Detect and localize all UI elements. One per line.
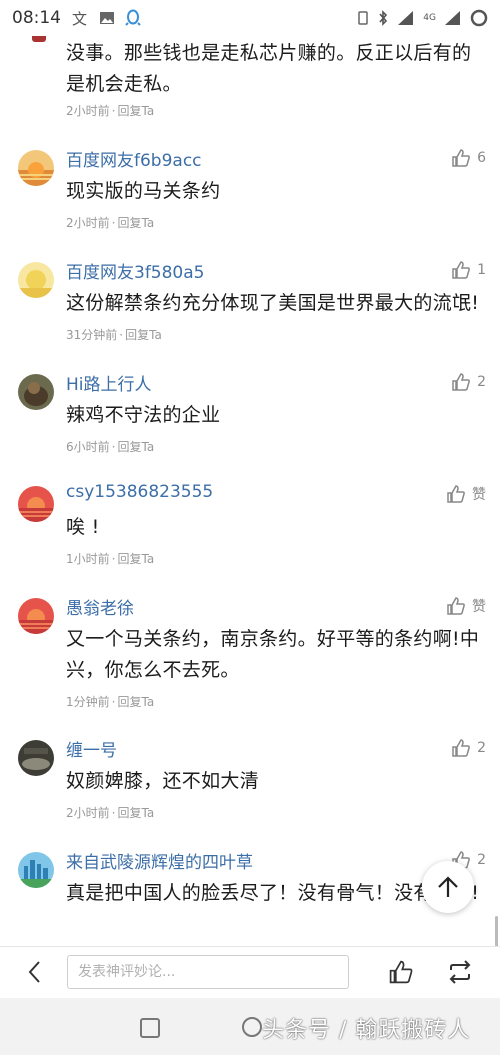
comment-text: 现实版的马关条约 <box>66 180 221 202</box>
like-count: 赞 <box>472 487 486 503</box>
network-type: 4G <box>423 13 436 23</box>
comment-meta: 6小时前 · 回复Ta <box>66 440 155 454</box>
user-name[interactable]: 百度网友3f580a5 <box>66 258 204 283</box>
gallery-icon <box>99 10 115 26</box>
comment-input[interactable] <box>67 955 349 989</box>
partial-comment: 没事。那些钱也是走私芯片赚的。反正以后有的是机会走私。 2小时前 · 回复Ta <box>0 36 500 136</box>
user-name[interactable]: 百度网友f6b9acc <box>66 146 202 171</box>
scroll-to-top-button[interactable] <box>422 861 474 913</box>
qq-icon <box>125 9 141 27</box>
comment-text: 唉 ! <box>66 516 100 538</box>
notification-dot-icon <box>357 11 369 25</box>
thumbs-up-icon <box>452 373 470 391</box>
thumbs-up-icon <box>389 960 413 984</box>
comment-meta: 2小时前 · 回复Ta <box>66 216 155 230</box>
reply-link[interactable]: 回复Ta <box>117 216 154 230</box>
battery-icon <box>470 9 488 27</box>
like-button[interactable]: 2 <box>451 372 486 392</box>
reply-link[interactable]: 回复Ta <box>117 440 154 454</box>
like-button[interactable]: 6 <box>451 148 486 168</box>
like-button[interactable]: 2 <box>451 738 486 758</box>
comment-text: 辣鸡不守法的企业 <box>66 404 221 426</box>
recent-apps-button[interactable] <box>140 1018 160 1038</box>
app-notification-icon: 文 <box>71 9 89 27</box>
comment-time: 31分钟前 <box>66 328 118 342</box>
like-count: 6 <box>477 150 486 166</box>
watermark: 头条号 / 翰跃搬砖人 <box>262 1018 471 1043</box>
chevron-left-icon <box>28 961 40 983</box>
thumbs-up-icon <box>452 261 470 279</box>
comment-meta: 1分钟前 · 回复Ta <box>66 695 155 709</box>
comment-time: 1分钟前 <box>66 695 110 709</box>
signal-2-icon <box>444 10 462 26</box>
thumbs-up-icon <box>447 485 465 503</box>
comment-text: 真是把中国人的脸丢尽了！没有骨气！没有尊严! <box>66 882 480 904</box>
comment-time: 2小时前 <box>66 806 110 820</box>
comment-time: 2小时前 <box>66 216 110 230</box>
user-name[interactable]: 缠一号 <box>66 736 117 761</box>
signal-icon <box>397 10 415 26</box>
avatar[interactable] <box>18 598 54 634</box>
comment-time: 1小时前 <box>66 552 110 566</box>
svg-text:文: 文 <box>72 10 87 27</box>
status-time: 08:14 <box>12 8 61 28</box>
comment-meta: 2小时前 · 回复Ta <box>66 104 155 118</box>
repost-icon <box>449 960 471 984</box>
comment-text: 又一个马关条约，南京条约。好平等的条约啊!中兴，你怎么不去死。 <box>66 628 480 681</box>
comment-meta: 31分钟前 · 回复Ta <box>66 328 162 342</box>
comment-text: 奴颜婢膝，还不如大清 <box>66 770 260 792</box>
comment-list[interactable]: 没事。那些钱也是走私芯片赚的。反正以后有的是机会走私。 2小时前 · 回复Ta 百度… <box>0 36 500 946</box>
like-count: 2 <box>477 740 486 756</box>
reply-link[interactable]: 回复Ta <box>117 104 154 118</box>
thumbs-up-icon <box>452 149 470 167</box>
thumbs-up-icon <box>447 597 465 615</box>
like-button[interactable]: 赞 <box>446 484 486 504</box>
avatar[interactable] <box>18 150 54 186</box>
avatar[interactable] <box>18 740 54 776</box>
arrow-up-icon <box>438 876 458 897</box>
system-nav-bar: 头条号 / 翰跃搬砖人 <box>0 998 500 1055</box>
like-article-button[interactable] <box>388 959 414 985</box>
reply-link[interactable]: 回复Ta <box>117 806 154 820</box>
comment-time: 6小时前 <box>66 440 110 454</box>
comment-text: 没事。那些钱也是走私芯片赚的。反正以后有的是机会走私。 <box>66 42 472 95</box>
status-bar: 08:14 文 4G <box>0 0 500 36</box>
avatar[interactable] <box>18 852 54 888</box>
comment-meta: 1小时前 · 回复Ta <box>66 552 155 566</box>
scrollbar[interactable] <box>495 916 498 946</box>
reply-link[interactable]: 回复Ta <box>125 328 162 342</box>
avatar-fragment <box>32 36 46 42</box>
user-name[interactable]: 来自武陵源辉煌的四叶草 <box>66 848 253 873</box>
bottom-comment-bar <box>0 946 500 998</box>
user-name[interactable]: 愚翁老徐 <box>66 594 134 619</box>
thumbs-up-icon <box>452 739 470 757</box>
like-button[interactable]: 赞 <box>446 596 486 616</box>
back-button[interactable] <box>22 959 48 985</box>
like-button[interactable]: 1 <box>451 260 486 280</box>
user-name[interactable]: csy15386823555 <box>66 482 213 502</box>
comment-text: 这份解禁条约充分体现了美国是世界最大的流氓! <box>66 292 480 314</box>
like-count: 2 <box>477 374 486 390</box>
like-count: 1 <box>477 262 486 278</box>
like-count: 赞 <box>472 599 486 615</box>
home-button[interactable] <box>242 1017 262 1037</box>
like-count: 2 <box>477 852 486 868</box>
avatar[interactable] <box>18 374 54 410</box>
reply-link[interactable]: 回复Ta <box>117 695 154 709</box>
avatar[interactable] <box>18 262 54 298</box>
avatar[interactable] <box>18 486 54 522</box>
comment-time: 2小时前 <box>66 104 110 118</box>
comment-meta: 2小时前 · 回复Ta <box>66 806 155 820</box>
user-name[interactable]: Hi路上行人 <box>66 370 152 395</box>
reply-link[interactable]: 回复Ta <box>117 552 154 566</box>
share-button[interactable] <box>447 959 473 985</box>
bluetooth-icon <box>377 10 389 26</box>
